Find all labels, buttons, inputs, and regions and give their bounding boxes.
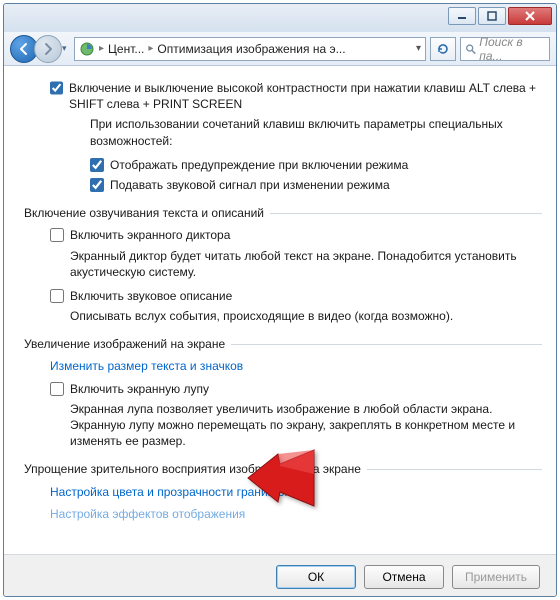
control-panel-icon — [79, 41, 95, 57]
close-button[interactable] — [508, 7, 552, 25]
display-effects-link[interactable]: Настройка эффектов отображения — [50, 506, 542, 522]
play-sound-label: Подавать звуковой сигнал при изменении р… — [110, 177, 390, 193]
titlebar — [4, 4, 556, 32]
nav-buttons: ▾ — [10, 35, 70, 63]
apply-button[interactable]: Применить — [452, 565, 540, 589]
window-color-link[interactable]: Настройка цвета и прозрачности границ ок… — [50, 484, 542, 500]
magnify-legend: Увеличение изображений на экране — [24, 336, 225, 352]
magnifier-description: Экранная лупа позволяет увеличить изобра… — [70, 401, 542, 450]
visual-legend: Упрощение зрительного восприятия изображ… — [24, 461, 361, 477]
divider — [367, 469, 542, 470]
window: ▾ ▸ Цент... ▸ Оптимизация изображения на… — [3, 3, 557, 597]
divider — [231, 344, 542, 345]
high-contrast-toggle-label: Включение и выключение высокой контрастн… — [69, 80, 542, 112]
audio-description-label: Включить звуковое описание — [70, 288, 232, 304]
narrator-label: Включить экранного диктора — [70, 227, 230, 243]
audio-description-description: Описывать вслух события, происходящие в … — [70, 308, 542, 324]
content-scroll-area[interactable]: Включение и выключение высокой контрастн… — [4, 66, 556, 554]
nav-history-dropdown-icon[interactable]: ▾ — [62, 43, 67, 54]
magnifier-checkbox[interactable] — [50, 382, 64, 396]
breadcrumb-sep-icon: ▸ — [148, 43, 153, 54]
magnifier-label: Включить экранную лупу — [70, 381, 209, 397]
address-dropdown-icon[interactable]: ▾ — [416, 43, 421, 54]
high-contrast-sub-intro: При использовании сочетаний клавиш включ… — [90, 116, 542, 148]
nav-row: ▾ ▸ Цент... ▸ Оптимизация изображения на… — [4, 32, 556, 66]
audio-description-checkbox[interactable] — [50, 289, 64, 303]
button-bar: ОК Отмена Применить — [4, 554, 556, 597]
breadcrumb-item[interactable]: Цент... — [108, 42, 144, 56]
narration-legend: Включение озвучивания текста и описаний — [24, 205, 264, 221]
show-warning-checkbox[interactable] — [90, 158, 104, 172]
refresh-button[interactable] — [430, 37, 456, 61]
divider — [270, 213, 542, 214]
minimize-button[interactable] — [448, 7, 476, 25]
high-contrast-toggle-checkbox[interactable] — [50, 81, 63, 95]
show-warning-label: Отображать предупреждение при включении … — [110, 157, 408, 173]
ok-button[interactable]: ОК — [276, 565, 356, 589]
search-placeholder: Поиск в па... — [479, 35, 545, 63]
cancel-button[interactable]: Отмена — [364, 565, 444, 589]
search-icon — [465, 43, 476, 55]
narrator-checkbox[interactable] — [50, 228, 64, 242]
maximize-button[interactable] — [478, 7, 506, 25]
narrator-description: Экранный диктор будет читать любой текст… — [70, 248, 542, 280]
breadcrumb-sep-icon: ▸ — [99, 43, 104, 54]
forward-button[interactable] — [34, 35, 62, 63]
search-input[interactable]: Поиск в па... — [460, 37, 550, 61]
play-sound-checkbox[interactable] — [90, 178, 104, 192]
breadcrumb-item[interactable]: Оптимизация изображения на э... — [157, 42, 345, 56]
address-bar[interactable]: ▸ Цент... ▸ Оптимизация изображения на э… — [74, 37, 426, 61]
text-size-link[interactable]: Изменить размер текста и значков — [50, 358, 542, 374]
